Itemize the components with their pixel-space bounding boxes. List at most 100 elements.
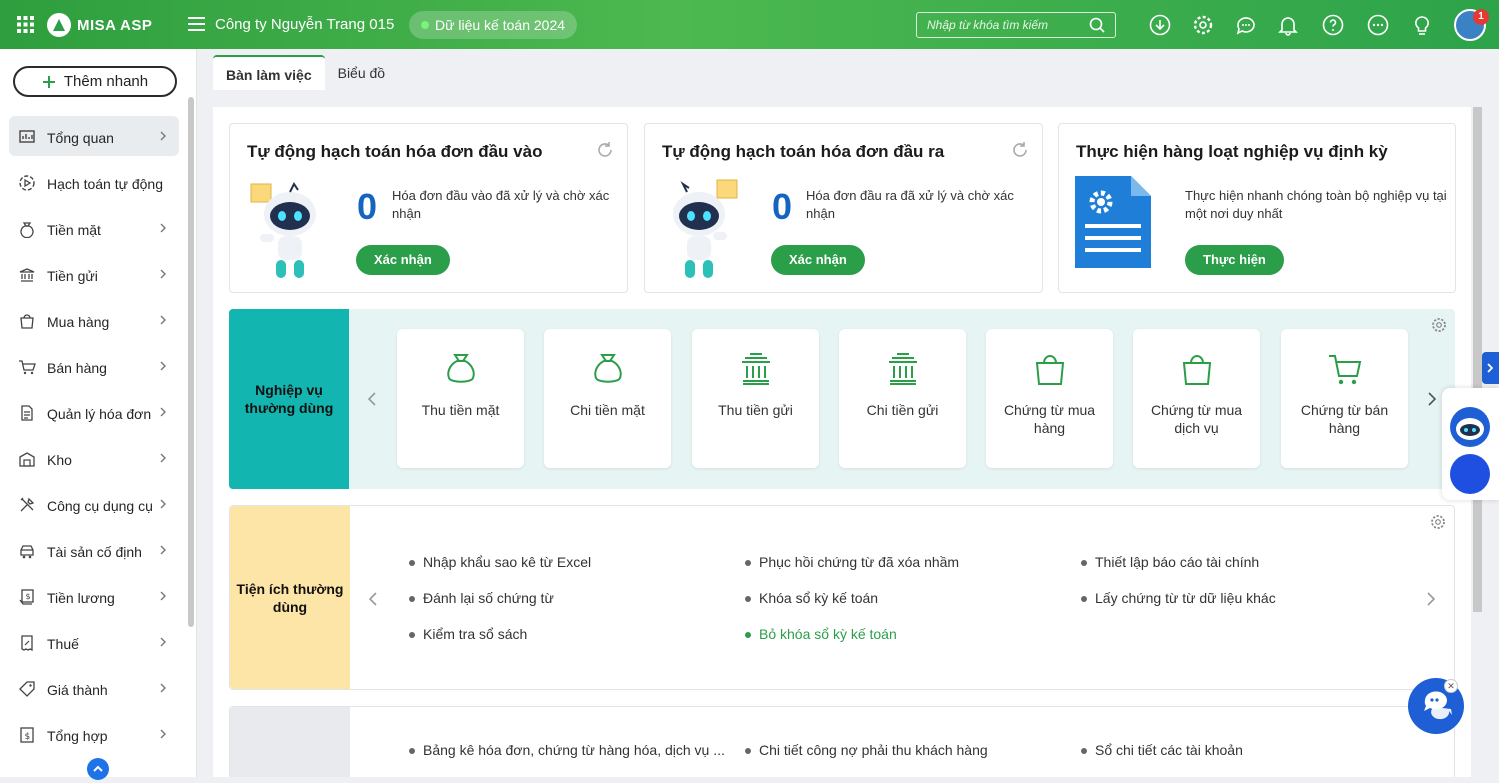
quick-add-button[interactable]: Thêm nhanh <box>13 66 177 97</box>
hamburger-menu-icon[interactable] <box>188 16 205 32</box>
report-link[interactable]: Bảng kê hóa đơn, chứng từ hàng hóa, dịch… <box>409 742 725 758</box>
chevron-right-icon[interactable] <box>1426 391 1438 407</box>
report-link[interactable]: Sổ chi tiết các tài khoản <box>1081 742 1243 758</box>
search-icon[interactable] <box>1089 17 1105 33</box>
sidebar-item-quan-ly-hoa-don[interactable]: Quản lý hóa đơn <box>0 391 186 437</box>
chevron-left-icon[interactable] <box>366 391 378 407</box>
search-input[interactable] <box>917 13 1087 37</box>
sidebar-item-hach-toan-tu-dong[interactable]: Hạch toán tự động <box>0 161 186 207</box>
misa-logo[interactable]: MISA ASP <box>47 12 152 38</box>
auto-play-icon <box>19 175 35 191</box>
utility-link[interactable]: Lấy chứng từ từ dữ liệu khác <box>1081 590 1276 606</box>
sidebar-scrollbar[interactable] <box>188 97 194 627</box>
utility-link[interactable]: Đánh lại số chứng từ <box>409 590 554 606</box>
sidebar-item-tong-quan[interactable]: Tổng quan <box>0 115 186 161</box>
company-name[interactable]: Công ty Nguyễn Trang 015 <box>215 16 394 33</box>
tile-thu-tien-gui[interactable]: Thu tiền gửi <box>692 329 819 468</box>
panel-settings-icon[interactable] <box>1430 514 1446 530</box>
tile-chung-tu-mua-hang[interactable]: Chứng từ mua hàng <box>986 329 1113 468</box>
sidebar-item-ban-hang[interactable]: Bán hàng <box>0 345 186 391</box>
tile-label: Chi tiền mặt <box>570 402 645 418</box>
sidebar-item-label: Bán hàng <box>47 360 107 376</box>
cart-icon <box>1329 355 1362 385</box>
chevron-left-icon[interactable] <box>367 591 379 607</box>
sidebar-item-label: Tiền lương <box>47 590 115 606</box>
utility-link[interactable]: Phục hồi chứng từ đã xóa nhầm <box>745 554 959 570</box>
main-content: Tự động hạch toán hóa đơn đầu vào 0 Hóa … <box>213 107 1471 777</box>
document-settings-icon <box>1075 176 1151 268</box>
tab-ban-lam-viec[interactable]: Bàn làm việc <box>213 55 325 90</box>
tab-bieu-do[interactable]: Biểu đồ <box>325 55 398 90</box>
sidebar: Thêm nhanh Tổng quan Hạch toán tự động T… <box>0 49 197 780</box>
tile-label: Chứng từ mua dịch vụ <box>1150 402 1243 436</box>
chat-icon[interactable] <box>1235 14 1257 36</box>
sidebar-item-tai-san-co-dinh[interactable]: Tài sản cố định <box>0 529 186 575</box>
report-link[interactable]: Chi tiết công nợ phải thu khách hàng <box>745 742 988 758</box>
download-icon[interactable] <box>1149 14 1171 36</box>
bank-icon <box>742 353 770 385</box>
sidebar-item-mua-hang[interactable]: Mua hàng <box>0 299 186 345</box>
confirm-button[interactable]: Xác nhận <box>771 245 865 275</box>
side-panel-toggle[interactable] <box>1482 352 1499 384</box>
sidebar-item-kho[interactable]: Kho <box>0 437 186 483</box>
execute-button[interactable]: Thực hiện <box>1185 245 1284 275</box>
card-description: Hóa đơn đầu vào đã xử lý và chờ xác nhận <box>392 188 610 221</box>
refresh-icon[interactable] <box>1010 140 1030 160</box>
utility-link[interactable]: Thiết lập báo cáo tài chính <box>1081 554 1259 570</box>
utility-link[interactable]: Khóa sổ kỳ kế toán <box>745 590 878 606</box>
sidebar-item-cong-cu-dung-cu[interactable]: Công cụ dụng cụ <box>0 483 186 529</box>
assistant-float-panel <box>1442 388 1499 500</box>
bell-icon[interactable] <box>1277 14 1299 36</box>
close-icon[interactable]: ✕ <box>1444 679 1458 693</box>
sidebar-item-tien-mat[interactable]: Tiền mặt <box>0 207 186 253</box>
app-grid-icon[interactable] <box>17 16 34 33</box>
search-box[interactable] <box>916 12 1116 38</box>
tile-chi-tien-gui[interactable]: Chi tiền gửi <box>839 329 966 468</box>
payroll-icon: $ <box>19 589 34 605</box>
tile-chung-tu-ban-hang[interactable]: Chứng từ bán hàng <box>1281 329 1408 468</box>
assistant-robot-icon[interactable] <box>1449 406 1491 448</box>
utility-link[interactable]: Bỏ khóa sổ kỳ kế toán <box>745 626 897 642</box>
tile-thu-tien-mat[interactable]: Thu tiền mặt <box>397 329 524 468</box>
card-title: Thực hiện hàng loạt nghiệp vụ định kỳ <box>1076 142 1388 161</box>
chevron-right-icon <box>160 315 166 325</box>
sidebar-item-gia-thanh[interactable]: Giá thành <box>0 667 186 713</box>
data-year-pill[interactable]: Dữ liệu kế toán 2024 <box>409 11 578 39</box>
sidebar-item-tong-hop[interactable]: $ Tổng hợp <box>0 713 186 759</box>
sidebar-item-label: Giá thành <box>47 682 108 698</box>
card-input-invoice: Tự động hạch toán hóa đơn đầu vào 0 Hóa … <box>229 123 628 293</box>
tile-chung-tu-mua-dich-vu[interactable]: Chứng từ mua dịch vụ <box>1133 329 1260 468</box>
help-icon[interactable] <box>1322 14 1344 36</box>
settings-icon[interactable] <box>1192 14 1214 36</box>
money-bag-icon <box>20 222 34 238</box>
misa-logo-icon <box>47 13 71 37</box>
chevron-right-icon <box>160 683 166 693</box>
bank-icon <box>19 268 35 282</box>
refresh-icon[interactable] <box>595 140 615 160</box>
sidebar-item-label: Tổng quan <box>47 130 114 146</box>
sidebar-item-label: Tổng hợp <box>47 728 108 744</box>
shopping-bag-icon <box>1182 355 1212 385</box>
sidebar-item-tien-gui[interactable]: Tiền gửi <box>0 253 186 299</box>
sidebar-item-label: Quản lý hóa đơn <box>47 406 152 422</box>
sidebar-item-label: Tiền gửi <box>47 268 98 284</box>
confirm-button[interactable]: Xác nhận <box>356 245 450 275</box>
card-periodic-tasks: Thực hiện hàng loạt nghiệp vụ định kỳ Th… <box>1058 123 1456 293</box>
utility-link[interactable]: Nhập khẩu sao kê từ Excel <box>409 554 591 570</box>
robot-mascot-icon <box>250 182 316 278</box>
sidebar-item-tien-luong[interactable]: $ Tiền lương <box>0 575 186 621</box>
invoice-icon <box>21 405 33 421</box>
top-bar: MISA ASP Công ty Nguyễn Trang 015 Dữ liệ… <box>0 0 1499 49</box>
utility-link[interactable]: Kiểm tra sổ sách <box>409 626 527 642</box>
panel-settings-icon[interactable] <box>1431 317 1447 333</box>
assistant-secondary-button[interactable] <box>1450 454 1490 494</box>
content-scrollbar[interactable] <box>1473 107 1482 612</box>
chevron-right-icon[interactable] <box>1425 591 1437 607</box>
chevron-right-icon <box>160 453 166 463</box>
more-icon[interactable] <box>1367 14 1389 36</box>
tile-chi-tien-mat[interactable]: Chi tiền mặt <box>544 329 671 468</box>
sidebar-item-thue[interactable]: Thuế <box>0 621 186 667</box>
dashboard-icon <box>19 130 35 143</box>
idea-icon[interactable] <box>1411 14 1433 36</box>
tax-icon <box>21 635 33 652</box>
